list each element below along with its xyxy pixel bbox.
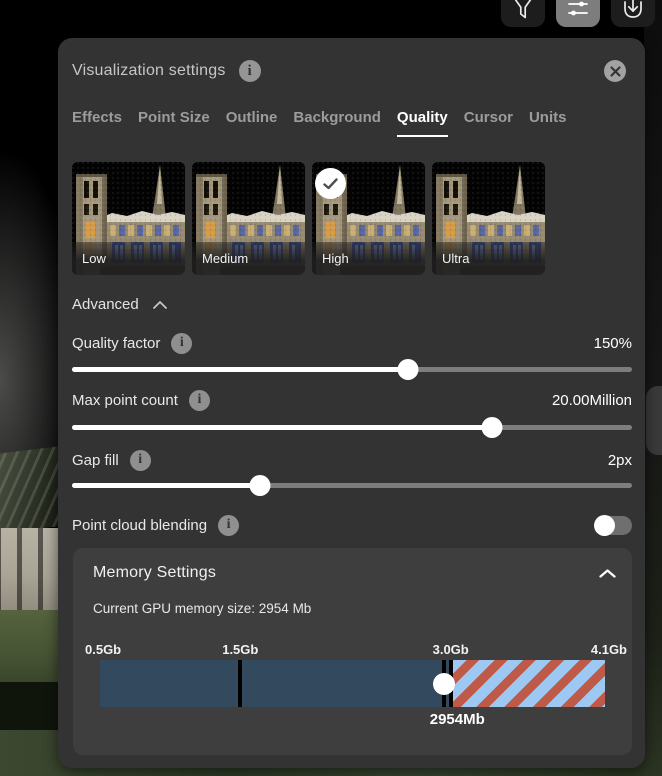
side-panel-handle[interactable] [646, 386, 662, 455]
slider-fill [72, 425, 492, 430]
memory-hatch-region [451, 660, 605, 707]
tune-icon [567, 0, 589, 22]
preset-low[interactable]: Low [72, 162, 185, 275]
memory-scale-label: 0.5Gb [85, 642, 121, 657]
memory-scale-labels: 0.5Gb 1.5Gb 3.0Gb 4.1Gb [100, 642, 605, 657]
gap-fill-label: Gap fill [72, 452, 119, 469]
page-title: Visualization settings [72, 62, 226, 80]
slider-fill [72, 367, 408, 372]
panel-header: Visualization settings i [72, 59, 626, 83]
memory-current-label: 2954Mb [430, 711, 485, 728]
toggle-knob [594, 515, 615, 536]
max-point-count-row: Max point count i 20.00Million [72, 389, 632, 411]
download-icon [622, 0, 644, 22]
slider-thumb[interactable] [249, 475, 270, 496]
tab-quality[interactable]: Quality [397, 109, 448, 137]
point-cloud-blending-toggle[interactable] [596, 516, 632, 535]
quality-factor-value: 150% [594, 335, 632, 352]
tab-cursor[interactable]: Cursor [464, 109, 513, 137]
preset-label: High [322, 251, 349, 266]
preset-label-band: Low [72, 242, 185, 275]
advanced-label: Advanced [72, 296, 139, 313]
memory-collapse-button[interactable] [599, 569, 616, 578]
memory-settings-card: Memory Settings Current GPU memory size:… [73, 548, 632, 755]
max-point-count-info-icon[interactable]: i [189, 390, 210, 411]
scene-building-roof [0, 446, 64, 535]
preset-label-band: Ultra [432, 242, 545, 275]
gap-fill-value: 2px [608, 452, 632, 469]
panel-info-icon[interactable]: i [239, 60, 261, 82]
memory-current-wrap: 2954Mb [100, 711, 605, 731]
selected-check-icon [315, 168, 346, 199]
visualization-settings-button[interactable] [556, 0, 600, 27]
gap-fill-info-icon[interactable]: i [130, 450, 151, 471]
max-point-count-slider[interactable] [72, 417, 632, 438]
preset-label-band: Medium [192, 242, 305, 275]
toolbar [501, 0, 655, 27]
preset-label: Medium [202, 251, 248, 266]
point-cloud-blending-info-icon[interactable]: i [218, 515, 239, 536]
filter-icon [512, 0, 534, 22]
memory-settings-title: Memory Settings [93, 564, 216, 582]
quality-factor-slider[interactable] [72, 359, 632, 380]
point-cloud-blending-label: Point cloud blending [72, 517, 207, 534]
download-button[interactable] [611, 0, 655, 27]
preset-label: Low [82, 251, 106, 266]
memory-scale-label: 4.1Gb [591, 642, 627, 657]
memory-scale-label: 1.5Gb [222, 642, 258, 657]
scene-building-wall [0, 528, 62, 614]
chevron-up-icon [599, 569, 616, 578]
max-point-count-label: Max point count [72, 392, 178, 409]
preset-high[interactable]: High [312, 162, 425, 275]
gap-fill-row: Gap fill i 2px [72, 449, 632, 471]
quality-factor-label: Quality factor [72, 335, 160, 352]
filter-button[interactable] [501, 0, 545, 27]
memory-handle[interactable] [433, 673, 455, 695]
slider-thumb[interactable] [398, 359, 419, 380]
tab-outline[interactable]: Outline [226, 109, 278, 137]
quality-factor-row: Quality factor i 150% [72, 332, 632, 354]
scene-grass [0, 610, 62, 684]
memory-scale-tick [238, 660, 242, 707]
slider-fill [72, 483, 260, 488]
gap-fill-slider[interactable] [72, 475, 632, 496]
scene-dark-terrain [0, 682, 62, 734]
tab-units[interactable]: Units [529, 109, 567, 137]
tab-point-size[interactable]: Point Size [138, 109, 210, 137]
chevron-up-icon [153, 301, 167, 309]
preset-medium[interactable]: Medium [192, 162, 305, 275]
visualization-settings-panel: Visualization settings i Effects Point S… [58, 38, 645, 768]
preset-ultra[interactable]: Ultra [432, 162, 545, 275]
max-point-count-value: 20.00Million [552, 392, 632, 409]
settings-tabs: Effects Point Size Outline Background Qu… [72, 109, 566, 137]
memory-scale-label: 3.0Gb [433, 642, 469, 657]
preset-label: Ultra [442, 251, 469, 266]
close-icon [610, 66, 621, 77]
tab-effects[interactable]: Effects [72, 109, 122, 137]
close-button[interactable] [604, 60, 626, 82]
point-cloud-blending-row: Point cloud blending i [72, 514, 632, 536]
tab-background[interactable]: Background [293, 109, 381, 137]
quality-factor-info-icon[interactable]: i [171, 333, 192, 354]
memory-settings-header[interactable]: Memory Settings [93, 564, 616, 582]
preset-label-band: High [312, 242, 425, 275]
memory-usage-bar[interactable] [100, 660, 605, 707]
quality-presets: Low Medium High [72, 162, 545, 275]
slider-thumb[interactable] [482, 417, 503, 438]
gpu-memory-text: Current GPU memory size: 2954 Mb [93, 601, 311, 616]
advanced-toggle[interactable]: Advanced [72, 296, 167, 313]
